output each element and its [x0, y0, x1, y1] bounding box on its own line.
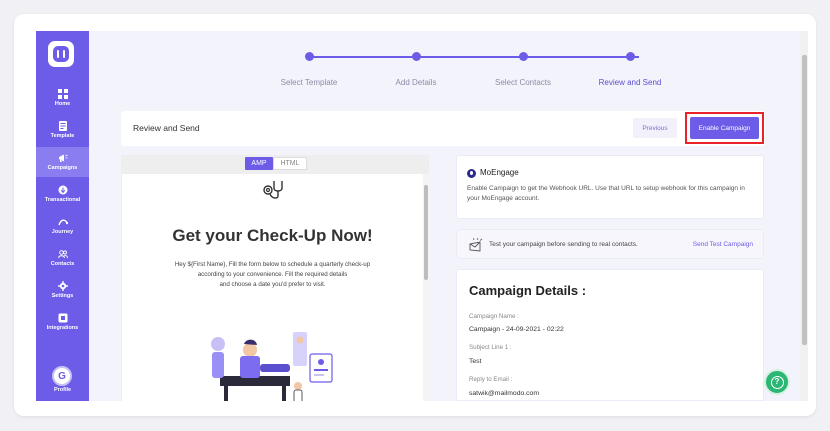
moengage-description: Enable Campaign to get the Webhook URL. …	[467, 185, 745, 202]
sidebar-item-label: Campaigns	[47, 164, 78, 171]
email-body: Get your Check-Up Now! Hey ${First Name}…	[122, 174, 423, 401]
page-title: Review and Send	[133, 123, 200, 133]
send-test-campaign-link[interactable]: Send Test Campaign	[693, 241, 753, 248]
stepper: Select Template Add Details Select Conta…	[236, 51, 676, 91]
email-heading: Get your Check-Up Now!	[172, 226, 373, 245]
step-dot	[626, 52, 635, 61]
sidebar-item-label: Template	[50, 132, 75, 139]
email-text: Hey ${First Name}, Fill the form below t…	[157, 260, 388, 290]
enable-campaign-button[interactable]: Enable Campaign	[690, 117, 759, 139]
campaign-name-label: Campaign Name :	[469, 313, 519, 320]
logo-mark	[53, 46, 69, 62]
sidebar-item-home[interactable]: Home	[36, 83, 89, 113]
step-select-contacts[interactable]: Select Contacts	[495, 78, 551, 87]
stepper-line	[309, 56, 639, 58]
sidebar-item-template[interactable]: Template	[36, 115, 89, 145]
tab-html[interactable]: HTML	[273, 157, 307, 170]
journey-icon	[57, 219, 68, 226]
transactional-icon	[58, 185, 67, 195]
step-dot	[412, 52, 421, 61]
moengage-card: MoEngage Enable Campaign to get the Webh…	[456, 155, 764, 219]
avatar[interactable]: G	[52, 366, 72, 386]
subject-line-label: Subject Line 1 :	[469, 344, 512, 351]
reply-email-label: Reply to Email :	[469, 376, 513, 383]
step-dot	[305, 52, 314, 61]
window-frame: Home Template Campaigns Transactional Jo…	[14, 14, 816, 416]
step-dot	[519, 52, 528, 61]
sidebar-item-contacts[interactable]: Contacts	[36, 243, 89, 273]
sidebar-item-campaigns[interactable]: Campaigns	[36, 147, 89, 177]
reply-email-value: satwik@mailmodo.com	[469, 390, 539, 397]
main-scroll-thumb[interactable]	[802, 55, 807, 345]
stethoscope-icon	[263, 181, 283, 199]
contacts-icon	[57, 250, 68, 258]
app-logo[interactable]	[48, 41, 74, 67]
sidebar: Home Template Campaigns Transactional Jo…	[36, 31, 89, 401]
help-button[interactable]: ?	[764, 369, 790, 395]
campaign-details-card: Campaign Details : Campaign Name : Campa…	[456, 269, 764, 401]
question-icon: ?	[770, 375, 784, 389]
gear-icon	[57, 280, 68, 291]
profile-label[interactable]: Profile	[36, 387, 89, 393]
integrations-icon	[58, 313, 67, 323]
tab-amp[interactable]: AMP	[245, 157, 273, 170]
sidebar-item-label: Home	[54, 100, 71, 107]
email-text-line: Hey ${First Name}, Fill the form below t…	[174, 261, 371, 268]
preview-scroll-thumb[interactable]	[424, 185, 428, 280]
sidebar-item-label: Contacts	[50, 260, 75, 267]
sidebar-item-label: Settings	[51, 292, 74, 299]
megaphone-icon	[58, 154, 68, 162]
test-send-icon	[469, 237, 483, 252]
email-text-line: according to your convenience. Fill the …	[197, 271, 348, 278]
grid-icon	[57, 88, 68, 99]
test-campaign-text: Test your campaign before sending to rea…	[489, 241, 638, 248]
template-icon	[58, 120, 67, 131]
app: Home Template Campaigns Transactional Jo…	[36, 31, 808, 401]
sidebar-item-integrations[interactable]: Integrations	[36, 307, 89, 337]
sidebar-item-transactional[interactable]: Transactional	[36, 179, 89, 209]
review-header: Review and Send Previous Enable Campaign	[121, 111, 765, 146]
sidebar-item-settings[interactable]: Settings	[36, 275, 89, 305]
step-select-template[interactable]: Select Template	[281, 78, 338, 87]
moengage-title: MoEngage	[480, 168, 519, 177]
step-review-and-send[interactable]: Review and Send	[599, 78, 662, 87]
sidebar-item-label: Journey	[51, 228, 74, 235]
email-text-line: and choose a date you'd prefer to visit.	[219, 281, 326, 288]
step-add-details[interactable]: Add Details	[396, 78, 437, 87]
subject-line-value: Test	[469, 358, 482, 365]
campaign-name-value: Campaign - 24-09-2021 - 02:22	[469, 326, 564, 333]
campaign-details-title: Campaign Details :	[469, 283, 587, 298]
sidebar-item-label: Transactional	[44, 196, 81, 203]
email-preview: AMP HTML Get your Check-Up Now! Hey ${Fi…	[121, 155, 429, 401]
moengage-logo-icon	[467, 169, 476, 178]
previous-button[interactable]: Previous	[633, 118, 677, 138]
sidebar-item-label: Integrations	[46, 324, 79, 331]
sidebar-item-journey[interactable]: Journey	[36, 211, 89, 241]
test-campaign-card: Test your campaign before sending to rea…	[456, 229, 764, 259]
doctor-illustration	[211, 332, 333, 401]
